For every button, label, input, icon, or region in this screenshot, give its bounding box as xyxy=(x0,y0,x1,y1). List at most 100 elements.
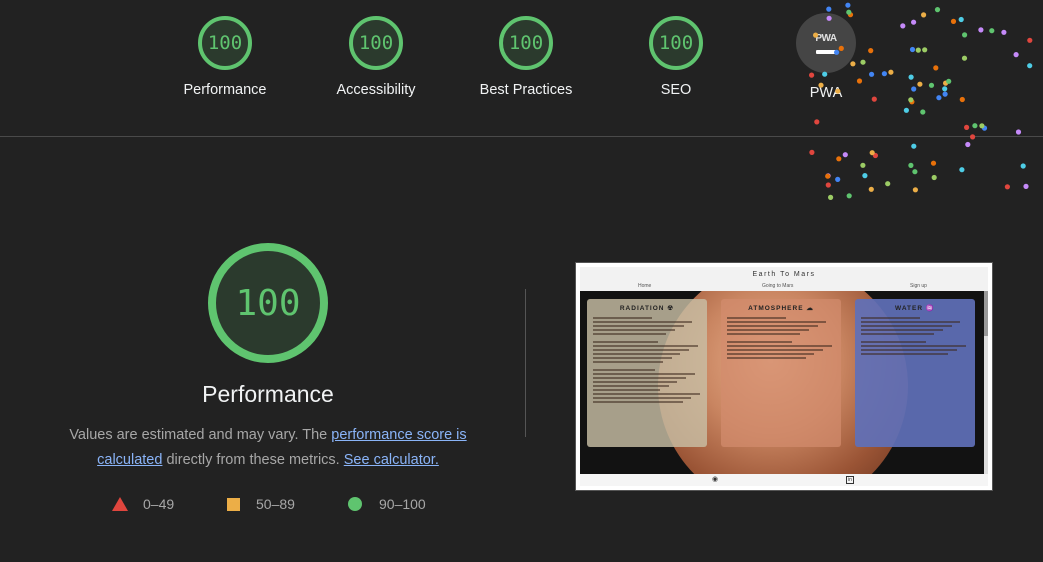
card-text-line xyxy=(861,325,952,327)
confetti-dot xyxy=(917,81,923,87)
confetti-dot xyxy=(950,18,957,24)
gauge-performance[interactable]: 100 Performance xyxy=(165,16,285,98)
confetti-dot xyxy=(814,119,820,125)
card-text-line xyxy=(727,357,806,359)
final-screenshot[interactable]: Earth To Mars Home Going to Mars Sign up… xyxy=(575,262,993,491)
confetti-decoration xyxy=(809,2,1033,200)
section-divider xyxy=(525,289,526,437)
card-text-line xyxy=(593,401,683,403)
gauge-best-practices[interactable]: 100 Best Practices xyxy=(466,16,586,98)
confetti-dot xyxy=(869,150,875,156)
card-text-line xyxy=(861,321,961,323)
card-title: WATER ♒ xyxy=(895,305,935,312)
card-text-line xyxy=(861,353,949,355)
score-legend: 0–49 50–89 90–100 xyxy=(110,496,450,516)
card-text-line xyxy=(593,345,698,347)
confetti-dot xyxy=(845,2,851,8)
card-text-line xyxy=(727,349,824,351)
site-title: Earth To Mars xyxy=(752,271,816,278)
card-text-line xyxy=(727,321,827,323)
confetti-dot xyxy=(921,12,927,18)
confetti-dot xyxy=(838,45,844,52)
confetti-dot xyxy=(856,78,863,84)
confetti-dot xyxy=(934,7,941,13)
card-text-line xyxy=(593,317,653,319)
legend-fail: 0–49 xyxy=(112,496,174,512)
site-body: RADIATION ☢ ATMOSPHERE ☁ WATER ♒ xyxy=(580,291,984,474)
linkedin-icon: in xyxy=(846,476,854,484)
confetti-dot xyxy=(908,74,914,80)
confetti-dot xyxy=(912,187,918,193)
score-ring: 100 xyxy=(499,16,553,70)
triangle-icon xyxy=(112,497,128,511)
card-text-line xyxy=(727,317,787,319)
atmosphere-card: ATMOSPHERE ☁ xyxy=(721,299,841,447)
gauge-accessibility[interactable]: 100 Accessibility xyxy=(316,16,436,98)
confetti-dot xyxy=(868,48,874,54)
confetti-dot xyxy=(900,23,906,29)
confetti-dot xyxy=(903,107,909,113)
confetti-dot xyxy=(885,181,891,187)
legend-range: 0–49 xyxy=(143,496,175,512)
card-text-line xyxy=(593,385,669,387)
confetti-dot xyxy=(835,176,841,182)
confetti-dot xyxy=(946,78,952,84)
score-ring: 100 xyxy=(649,16,703,70)
confetti-dot xyxy=(989,28,995,34)
confetti-dot xyxy=(970,134,976,140)
see-calculator-link[interactable]: See calculator. xyxy=(344,452,439,468)
confetti-dot xyxy=(908,162,914,168)
confetti-dot xyxy=(1013,52,1019,58)
site-nav-item: Going to Mars xyxy=(762,283,794,289)
legend-range: 50–89 xyxy=(256,496,295,512)
card-text-line xyxy=(861,329,944,331)
confetti-dot xyxy=(860,59,866,65)
card-text-line xyxy=(593,325,684,327)
confetti-dot xyxy=(809,149,815,155)
card-text-line xyxy=(727,341,792,343)
confetti-dot xyxy=(978,27,984,33)
score-ring: 100 xyxy=(198,16,252,70)
card-text-line xyxy=(593,389,660,391)
card-text-line xyxy=(861,317,921,319)
card-text-line xyxy=(593,321,693,323)
site-footer xyxy=(580,474,988,486)
confetti-dot xyxy=(942,91,948,97)
site-header: Earth To Mars Home Going to Mars Sign up xyxy=(580,267,988,291)
confetti-dot xyxy=(911,19,917,25)
metrics-description: Values are estimated and may vary. The p… xyxy=(48,423,488,473)
card-text-line xyxy=(593,333,667,335)
confetti-dot xyxy=(850,61,856,67)
confetti-dot xyxy=(846,9,852,15)
confetti-dot xyxy=(835,88,841,94)
card-text-line xyxy=(861,341,926,343)
confetti-dot xyxy=(928,82,935,88)
confetti-dot xyxy=(908,97,914,103)
legend-pass: 90–100 xyxy=(348,496,426,512)
site-nav-item: Home xyxy=(638,283,652,289)
card-text-line xyxy=(727,353,815,355)
card-text-line xyxy=(593,357,672,359)
confetti-dot xyxy=(942,86,948,92)
confetti-dot xyxy=(1027,63,1033,69)
card-text-line xyxy=(593,353,681,355)
github-icon: ◉ xyxy=(711,476,719,483)
confetti-dot xyxy=(818,82,824,88)
performance-score-gauge: 100 xyxy=(208,243,328,363)
card-text-line xyxy=(727,325,818,327)
card-title: RADIATION ☢ xyxy=(619,305,675,312)
gauge-label: Accessibility xyxy=(336,82,416,98)
confetti-dot xyxy=(1023,183,1029,189)
confetti-dot xyxy=(836,156,842,162)
confetti-dot xyxy=(1015,129,1022,135)
confetti-dot xyxy=(860,162,866,168)
confetti-dot xyxy=(961,55,968,61)
confetti-dot xyxy=(1020,163,1026,169)
gauge-seo[interactable]: 100 SEO xyxy=(616,16,736,98)
card-text-line xyxy=(593,329,676,331)
confetti-dot xyxy=(869,71,875,77)
confetti-dot xyxy=(915,47,921,53)
water-card: WATER ♒ xyxy=(855,299,975,447)
confetti-dot xyxy=(930,160,937,166)
card-text-line xyxy=(593,377,686,379)
